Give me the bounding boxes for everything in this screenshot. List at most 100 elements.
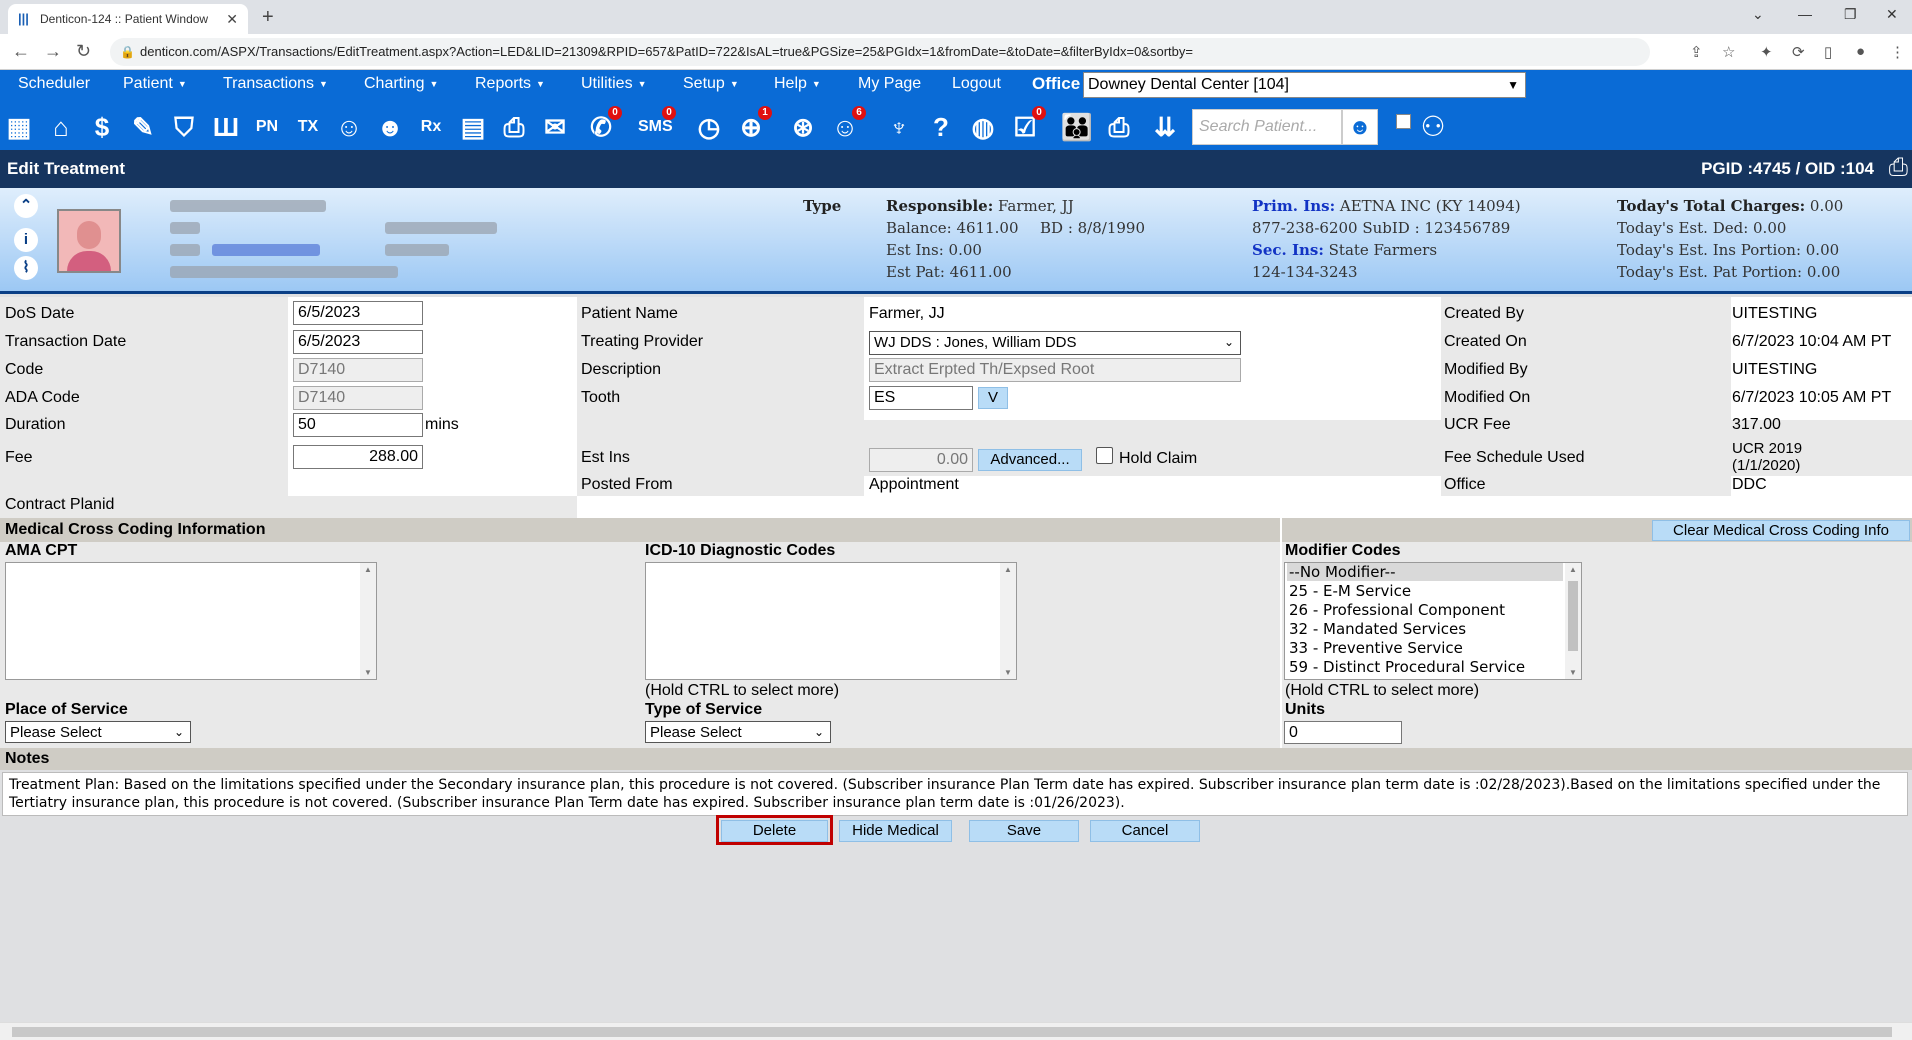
office-select[interactable]: Downey Dental Center [104] ▼ xyxy=(1083,72,1526,98)
collapse-up-icon[interactable]: ⌃ xyxy=(14,194,38,218)
messages-icon[interactable]: ✆ 0 xyxy=(584,106,622,144)
modifier-option[interactable]: 59 - Distinct Procedural Service xyxy=(1289,658,1525,676)
modifier-option[interactable]: 25 - E-M Service xyxy=(1289,582,1411,600)
tooth-validate-button[interactable]: V xyxy=(978,387,1008,409)
side-panel-icon[interactable]: ▯ xyxy=(1824,43,1832,61)
back-icon[interactable]: ← xyxy=(12,41,30,62)
patient-search-group-icon[interactable]: ⚇ xyxy=(1416,110,1450,144)
duration-input[interactable]: 50 xyxy=(293,413,423,437)
help-question-icon[interactable]: ? xyxy=(924,110,958,144)
clock-icon[interactable]: ◷ xyxy=(692,110,726,144)
modifier-codes-listbox[interactable]: --No Modifier-- 25 - E-M Service 26 - Pr… xyxy=(1284,562,1582,680)
cancel-button[interactable]: Cancel xyxy=(1090,820,1200,842)
web-globe-icon[interactable]: ◍ xyxy=(966,110,1000,144)
menu-scheduler[interactable]: Scheduler xyxy=(18,70,90,102)
type-of-service-select[interactable]: Please Select ⌄ xyxy=(645,721,831,743)
menu-utilities[interactable]: Utilities ▼ xyxy=(581,70,646,102)
forward-icon[interactable]: → xyxy=(44,41,62,62)
add-family-member-icon[interactable]: ☻ xyxy=(373,110,407,144)
tooth-chart-icon[interactable]: ⛉ xyxy=(167,110,201,144)
checklist-icon[interactable]: ☑ 0 xyxy=(1008,106,1046,144)
home-icon[interactable]: ⌂ xyxy=(44,110,78,144)
profile-avatar-icon[interactable]: ● xyxy=(1856,43,1865,60)
delete-button[interactable]: Delete xyxy=(721,820,828,842)
fee-input[interactable]: 288.00 xyxy=(293,445,423,469)
scrollbar[interactable]: ▲ ▼ xyxy=(1565,563,1581,679)
horizontal-scrollbar[interactable] xyxy=(0,1022,1912,1040)
scrollbar[interactable]: ▲ ▼ xyxy=(360,563,376,679)
modified-on-value: 6/7/2023 10:05 AM PT xyxy=(1732,389,1892,406)
dropdown-caret-icon: ▼ xyxy=(637,79,647,89)
menu-charting[interactable]: Charting ▼ xyxy=(364,70,438,102)
units-input[interactable]: 0 xyxy=(1284,721,1402,744)
transaction-date-input[interactable]: 6/5/2023 xyxy=(293,330,423,354)
referral-icon[interactable]: ☺ 6 xyxy=(828,106,866,144)
minimize-icon[interactable]: — xyxy=(1798,6,1812,22)
menu-setup[interactable]: Setup ▼ xyxy=(683,70,739,102)
chevron-down-icon: ⌄ xyxy=(813,725,824,739)
ama-cpt-listbox[interactable]: ▲ ▼ xyxy=(5,562,377,680)
add-patient-icon[interactable]: ☺ xyxy=(332,110,366,144)
modifier-option[interactable]: 33 - Preventive Service xyxy=(1289,639,1463,657)
menu-transactions[interactable]: Transactions ▼ xyxy=(223,70,328,102)
url-field[interactable]: 🔒 denticon.com/ASPX/Transactions/EditTre… xyxy=(110,38,1650,66)
close-tab-icon[interactable]: ✕ xyxy=(226,11,238,28)
browser-tab[interactable]: ||| Denticon-124 :: Patient Window ✕ xyxy=(8,4,248,34)
ledger-dollar-icon[interactable]: $ xyxy=(85,110,119,144)
email-icon[interactable]: ✉ xyxy=(538,110,572,144)
search-patient-input[interactable]: Search Patient... xyxy=(1192,109,1342,145)
extensions-icon[interactable]: ✦ xyxy=(1760,43,1773,61)
menu-patient[interactable]: Patient ▼ xyxy=(123,70,187,102)
patient-photo[interactable] xyxy=(57,209,121,273)
icd10-listbox[interactable]: ▲ ▼ xyxy=(645,562,1017,680)
scanner-icon[interactable]: ⎙ xyxy=(497,110,531,144)
web-users-icon[interactable]: ⊛ xyxy=(786,110,820,144)
calendar-icon[interactable]: ▦ xyxy=(2,110,36,144)
tooth-icon[interactable]: ♆ xyxy=(882,110,916,144)
modifier-option[interactable]: --No Modifier-- xyxy=(1287,563,1563,581)
modifier-option[interactable]: 32 - Mandated Services xyxy=(1289,620,1466,638)
menu-my-page[interactable]: My Page xyxy=(858,70,921,102)
prescription-icon[interactable]: Rx xyxy=(414,110,448,144)
tooth-input[interactable]: ES xyxy=(869,386,973,410)
print-icon[interactable]: ⎙ xyxy=(1102,110,1136,144)
save-button[interactable]: Save xyxy=(969,820,1079,842)
notes-textarea[interactable]: Treatment Plan: Based on the limitations… xyxy=(2,772,1908,816)
documents-icon[interactable]: ▤ xyxy=(456,110,490,144)
alerts-globe-icon[interactable]: ⊕ 1 xyxy=(734,106,772,144)
progress-notes-icon[interactable]: PN xyxy=(250,110,284,144)
hide-medical-button[interactable]: Hide Medical xyxy=(839,820,952,842)
scrollbar[interactable]: ▲ ▼ xyxy=(1000,563,1016,679)
sms-icon[interactable]: SMS 0 xyxy=(638,106,676,144)
print-page-icon[interactable]: ⎙ xyxy=(1889,154,1908,182)
clear-medical-cross-coding-button[interactable]: Clear Medical Cross Coding Info xyxy=(1652,520,1910,541)
info-icon[interactable]: i xyxy=(14,228,38,252)
sync-icon[interactable]: ⟳ xyxy=(1792,43,1805,61)
menu-reports[interactable]: Reports ▼ xyxy=(475,70,545,102)
search-option-checkbox[interactable] xyxy=(1396,114,1411,129)
scrollbar-thumb[interactable] xyxy=(12,1027,1892,1037)
restore-icon[interactable]: ❐ xyxy=(1844,6,1857,23)
attachment-paperclip-icon[interactable]: ⌇ xyxy=(14,256,38,280)
place-of-service-select[interactable]: Please Select ⌄ xyxy=(5,721,191,743)
group-people-icon[interactable]: 👪 xyxy=(1060,110,1094,144)
collapse-down-icon[interactable]: ⇊ xyxy=(1148,110,1182,144)
treatment-plan-icon[interactable]: TX xyxy=(291,110,325,144)
search-patient-button-icon[interactable]: ☻ xyxy=(1342,109,1378,145)
hold-claim-checkbox[interactable] xyxy=(1096,447,1113,464)
menu-logout[interactable]: Logout xyxy=(952,70,1001,102)
notes-edit-icon[interactable]: ✎ xyxy=(126,110,160,144)
browser-menu-icon[interactable]: ⋮ xyxy=(1890,43,1905,61)
dos-date-input[interactable]: 6/5/2023 xyxy=(293,301,423,325)
treating-provider-select[interactable]: WJ DDS : Jones, William DDS ⌄ xyxy=(869,331,1241,355)
bookmark-star-icon[interactable]: ☆ xyxy=(1722,43,1735,61)
new-tab-icon[interactable]: + xyxy=(262,6,274,29)
close-window-icon[interactable]: ✕ xyxy=(1886,6,1898,23)
advanced-button[interactable]: Advanced... xyxy=(978,449,1082,471)
reload-icon[interactable]: ↻ xyxy=(76,41,91,62)
modifier-option[interactable]: 26 - Professional Component xyxy=(1289,601,1505,619)
share-icon[interactable]: ⇪ xyxy=(1690,43,1703,61)
menu-help[interactable]: Help ▼ xyxy=(774,70,821,102)
tab-search-chevron-icon[interactable]: ⌄ xyxy=(1752,6,1764,23)
perio-icon[interactable]: Ш xyxy=(209,110,243,144)
